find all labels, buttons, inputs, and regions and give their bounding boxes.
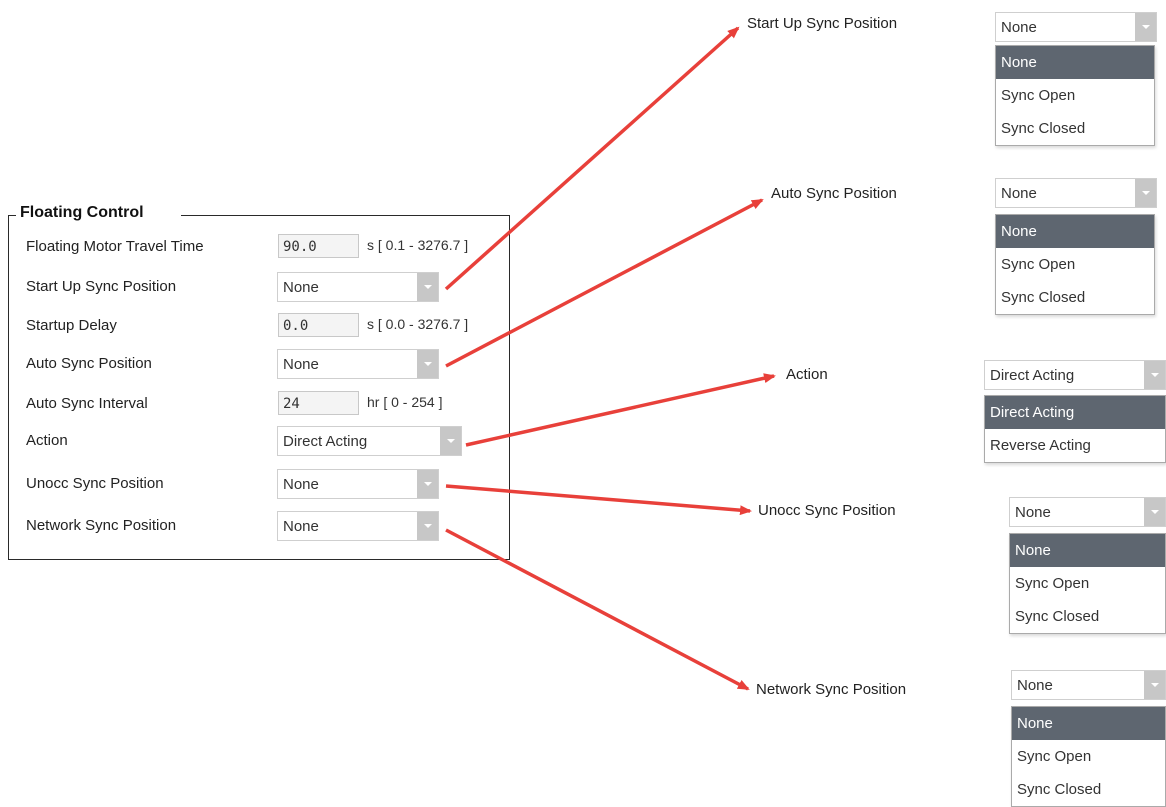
arrow-auto-sync	[445, 198, 764, 368]
option-direct-acting[interactable]: Direct Acting	[985, 396, 1165, 429]
option-reverse-acting[interactable]: Reverse Acting	[985, 429, 1165, 462]
option-none[interactable]: None	[1012, 707, 1165, 740]
dropdown-value: Direct Acting	[990, 367, 1075, 384]
arrow-action	[465, 373, 776, 447]
dropdown-list: None Sync Open Sync Closed	[1011, 706, 1166, 807]
dropdown-list: None Sync Open Sync Closed	[1009, 533, 1166, 634]
chevron-down-icon	[1142, 25, 1150, 29]
callout-label-network-sync: Network Sync Position	[756, 681, 907, 698]
dropdown-value: None	[1001, 19, 1037, 36]
option-sync-open[interactable]: Sync Open	[1012, 740, 1165, 773]
callout-label-action: Action	[786, 366, 828, 383]
chevron-down-icon	[1151, 373, 1159, 377]
arrow-unocc-sync	[445, 484, 752, 516]
chevron-down-icon	[1142, 191, 1150, 195]
chevron-down-icon	[1151, 510, 1159, 514]
callout-label-start-up-sync: Start Up Sync Position	[747, 15, 898, 32]
callout-label-auto-sync: Auto Sync Position	[771, 185, 897, 202]
option-none[interactable]: None	[996, 46, 1154, 79]
option-none[interactable]: None	[996, 215, 1154, 248]
dropdown-button[interactable]	[1135, 179, 1156, 207]
option-sync-open[interactable]: Sync Open	[1010, 567, 1165, 600]
dropdown-field[interactable]: None	[1011, 670, 1166, 700]
option-sync-closed[interactable]: Sync Closed	[1012, 773, 1165, 806]
arrow-start-up-sync	[444, 26, 740, 291]
dropdown-list: None Sync Open Sync Closed	[995, 45, 1155, 146]
dropdown-field[interactable]: None	[1009, 497, 1166, 527]
option-sync-open[interactable]: Sync Open	[996, 79, 1154, 112]
dropdown-field[interactable]: Direct Acting	[984, 360, 1166, 390]
dropdown-field[interactable]: None	[995, 178, 1157, 208]
dropdown-button[interactable]	[1144, 498, 1165, 526]
option-sync-open[interactable]: Sync Open	[996, 248, 1154, 281]
dropdown-list: Direct Acting Reverse Acting	[984, 395, 1166, 463]
callout-label-unocc-sync: Unocc Sync Position	[758, 502, 896, 519]
dropdown-button[interactable]	[1135, 13, 1156, 41]
dropdown-list: None Sync Open Sync Closed	[995, 214, 1155, 315]
dropdown-value: None	[1015, 504, 1051, 521]
dropdown-button[interactable]	[1144, 361, 1165, 389]
option-sync-closed[interactable]: Sync Closed	[996, 281, 1154, 314]
dropdown-value: None	[1001, 185, 1037, 202]
option-none[interactable]: None	[1010, 534, 1165, 567]
dropdown-field[interactable]: None	[995, 12, 1157, 42]
dropdown-value: None	[1017, 677, 1053, 694]
dropdown-button[interactable]	[1144, 671, 1165, 699]
option-sync-closed[interactable]: Sync Closed	[1010, 600, 1165, 633]
arrow-network-sync	[445, 528, 750, 691]
option-sync-closed[interactable]: Sync Closed	[996, 112, 1154, 145]
chevron-down-icon	[1151, 683, 1159, 687]
